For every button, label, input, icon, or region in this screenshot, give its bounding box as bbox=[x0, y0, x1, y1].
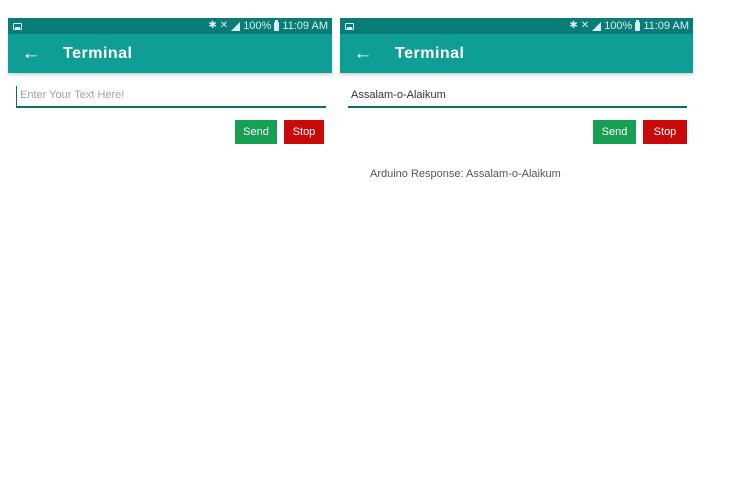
vibrate-off-icon: ✕ bbox=[580, 20, 590, 31]
send-button[interactable]: Send bbox=[593, 120, 636, 144]
stop-button[interactable]: Stop bbox=[643, 120, 687, 144]
stop-button[interactable]: Stop bbox=[284, 120, 324, 144]
arduino-response-text: Arduino Response: Assalam-o-Alaikum bbox=[370, 168, 561, 180]
app-bar: ← Terminal bbox=[8, 34, 332, 73]
phone-screen-response: ✱ ✕ 100% 11:09 AM ← Terminal Send Stop A… bbox=[340, 18, 693, 481]
signal-icon bbox=[231, 21, 241, 31]
vibrate-off-icon: ✕ bbox=[219, 20, 229, 31]
battery-icon bbox=[274, 19, 280, 31]
message-input[interactable] bbox=[348, 86, 687, 108]
message-input[interactable] bbox=[16, 86, 326, 108]
battery-icon bbox=[635, 19, 641, 31]
status-time: 11:09 AM bbox=[282, 20, 328, 32]
signal-icon bbox=[592, 21, 602, 31]
bluetooth-icon: ✱ bbox=[208, 20, 217, 31]
app-bar: ← Terminal bbox=[340, 34, 693, 73]
battery-percent: 100% bbox=[604, 20, 633, 32]
bluetooth-icon: ✱ bbox=[569, 20, 578, 31]
send-button[interactable]: Send bbox=[235, 120, 277, 144]
status-bar: ✱ ✕ 100% 11:09 AM bbox=[340, 18, 693, 34]
image-notification-icon bbox=[345, 22, 354, 30]
image-notification-icon bbox=[13, 22, 22, 30]
status-time: 11:09 AM bbox=[643, 20, 689, 32]
status-bar: ✱ ✕ 100% 11:09 AM bbox=[8, 18, 332, 34]
page-title: Terminal bbox=[395, 44, 465, 62]
page-title: Terminal bbox=[63, 44, 133, 62]
back-arrow-icon[interactable]: ← bbox=[8, 44, 48, 63]
back-arrow-icon[interactable]: ← bbox=[340, 44, 380, 63]
phone-screen-empty: ✱ ✕ 100% 11:09 AM ← Terminal Send Stop bbox=[8, 18, 332, 481]
battery-percent: 100% bbox=[243, 20, 272, 32]
